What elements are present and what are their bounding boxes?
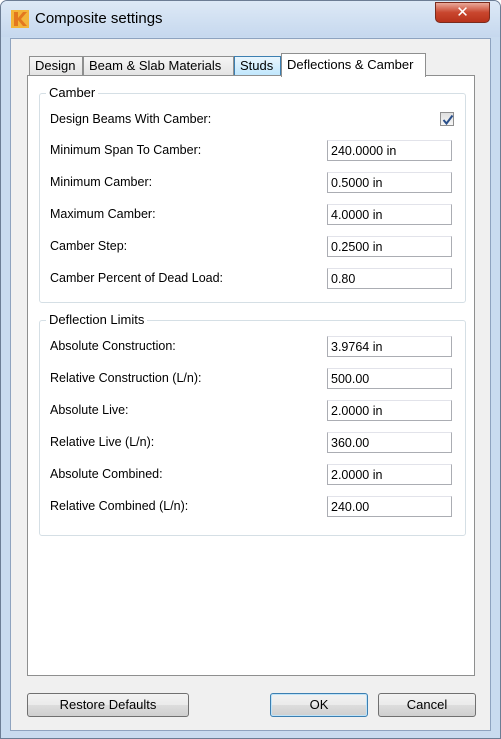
- max-camber-input[interactable]: [327, 204, 452, 225]
- absolute-combined-row: Absolute Combined:: [40, 464, 465, 486]
- tab-design[interactable]: Design: [29, 56, 83, 76]
- camber-step-row: Camber Step:: [40, 236, 465, 258]
- ok-button[interactable]: OK: [270, 693, 368, 717]
- min-camber-input[interactable]: [327, 172, 452, 193]
- max-camber-label: Maximum Camber:: [50, 207, 156, 221]
- camber-step-input[interactable]: [327, 236, 452, 257]
- title-bar: Composite settings ✕: [1, 1, 500, 37]
- restore-defaults-button[interactable]: Restore Defaults: [27, 693, 189, 717]
- app-logo-icon: [11, 10, 29, 28]
- deflection-limits-group-title: Deflection Limits: [46, 312, 148, 327]
- absolute-combined-label: Absolute Combined:: [50, 467, 163, 481]
- relative-construction-input[interactable]: [327, 368, 452, 389]
- tab-studs[interactable]: Studs: [234, 56, 281, 76]
- tab-panel: Camber Design Beams With Camber: Minimum…: [27, 75, 475, 676]
- relative-construction-label: Relative Construction (L/n):: [50, 371, 202, 385]
- design-with-camber-row: Design Beams With Camber:: [40, 109, 465, 131]
- absolute-construction-row: Absolute Construction:: [40, 336, 465, 358]
- tab-label: Beam & Slab Materials: [89, 58, 222, 73]
- checkmark-icon: [442, 114, 454, 126]
- camber-group: Camber Design Beams With Camber: Minimum…: [39, 85, 466, 303]
- max-camber-row: Maximum Camber:: [40, 204, 465, 226]
- min-span-to-camber-input[interactable]: [327, 140, 452, 161]
- min-span-to-camber-label: Minimum Span To Camber:: [50, 143, 202, 157]
- min-camber-row: Minimum Camber:: [40, 172, 465, 194]
- cancel-button[interactable]: Cancel: [378, 693, 476, 717]
- absolute-live-row: Absolute Live:: [40, 400, 465, 422]
- close-icon: ✕: [456, 4, 469, 21]
- absolute-construction-input[interactable]: [327, 336, 452, 357]
- absolute-live-label: Absolute Live:: [50, 403, 129, 417]
- deflection-limits-group: Deflection Limits Absolute Construction:…: [39, 312, 466, 536]
- min-span-to-camber-row: Minimum Span To Camber:: [40, 140, 465, 162]
- close-button[interactable]: ✕: [435, 2, 490, 23]
- tab-label: Design: [35, 58, 76, 73]
- design-with-camber-checkbox[interactable]: [440, 112, 454, 126]
- camber-percent-dead-load-row: Camber Percent of Dead Load:: [40, 268, 465, 290]
- relative-combined-row: Relative Combined (L/n):: [40, 496, 465, 518]
- tab-label: Studs: [240, 58, 274, 73]
- tab-beam-slab-materials[interactable]: Beam & Slab Materials: [83, 56, 234, 76]
- relative-combined-input[interactable]: [327, 496, 452, 517]
- tab-deflections-camber[interactable]: Deflections & Camber: [281, 53, 426, 77]
- tab-label: Deflections & Camber: [287, 57, 414, 72]
- dialog-content: Design Beam & Slab Materials Studs Defle…: [10, 38, 491, 731]
- relative-combined-label: Relative Combined (L/n):: [50, 499, 189, 513]
- camber-percent-dead-load-input[interactable]: [327, 268, 452, 289]
- absolute-live-input[interactable]: [327, 400, 452, 421]
- dialog-window: Composite settings ✕ Design Beam & Slab …: [0, 0, 501, 739]
- camber-step-label: Camber Step:: [50, 239, 128, 253]
- window-title: Composite settings: [35, 10, 163, 27]
- design-with-camber-label: Design Beams With Camber:: [50, 112, 212, 126]
- relative-live-row: Relative Live (L/n):: [40, 432, 465, 454]
- camber-percent-dead-load-label: Camber Percent of Dead Load:: [50, 271, 224, 285]
- relative-live-input[interactable]: [327, 432, 452, 453]
- absolute-combined-input[interactable]: [327, 464, 452, 485]
- camber-group-title: Camber: [46, 85, 99, 100]
- relative-live-label: Relative Live (L/n):: [50, 435, 155, 449]
- min-camber-label: Minimum Camber:: [50, 175, 153, 189]
- relative-construction-row: Relative Construction (L/n):: [40, 368, 465, 390]
- absolute-construction-label: Absolute Construction:: [50, 339, 176, 353]
